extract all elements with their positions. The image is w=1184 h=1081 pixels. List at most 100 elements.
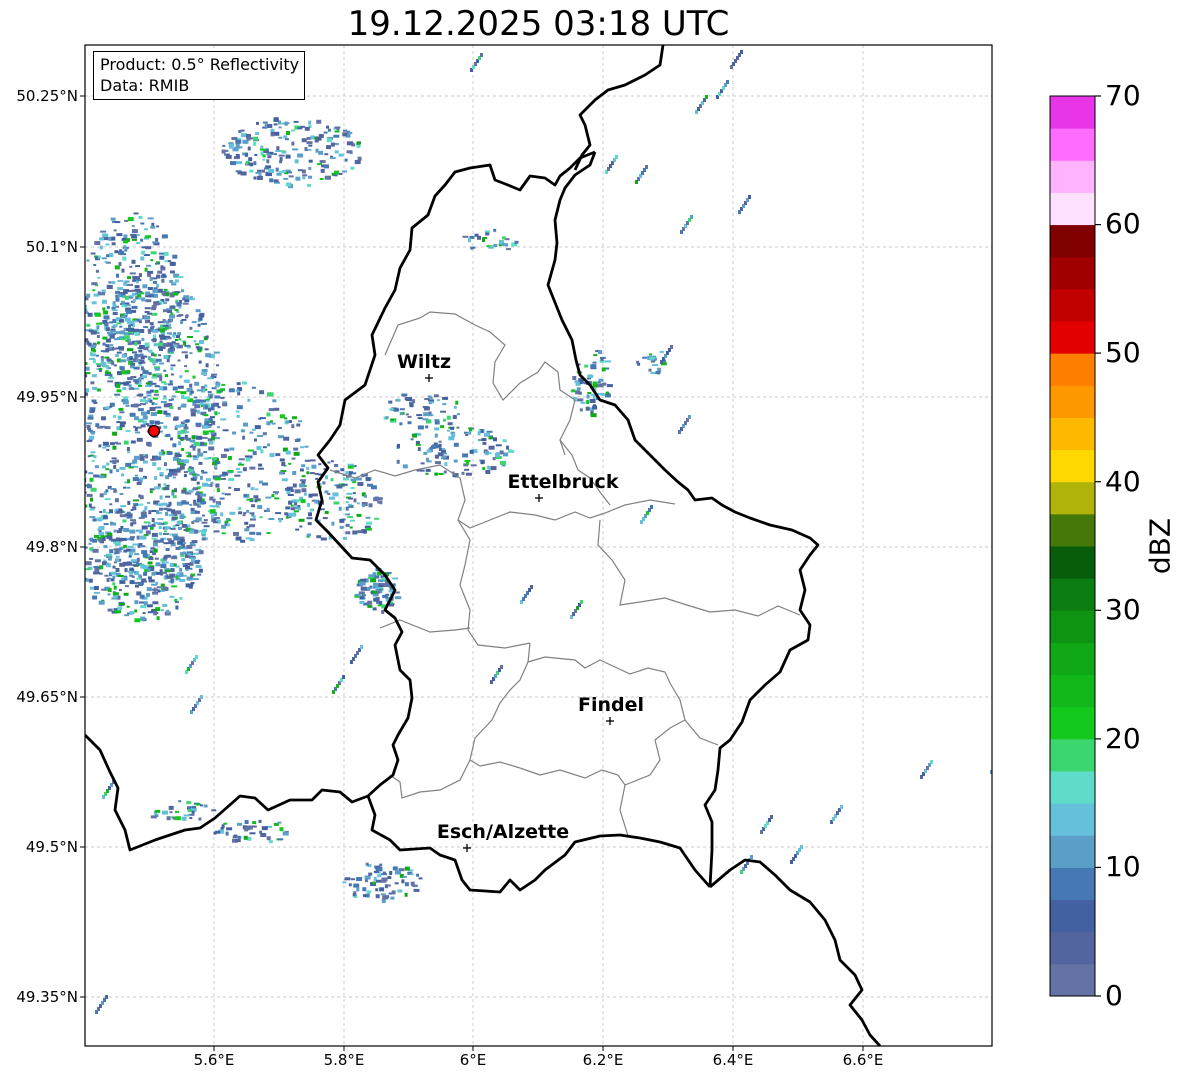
radar-echo-pixel	[345, 531, 351, 535]
radar-echo-pixel	[170, 367, 174, 371]
radar-echo-pixel	[172, 335, 176, 338]
radar-echo-pixel	[360, 645, 363, 649]
radar-echo-pixel	[204, 421, 210, 426]
radar-echo-pixel	[196, 425, 201, 428]
radar-echo-pixel	[356, 877, 363, 881]
radar-echo-pixel	[113, 229, 117, 232]
radar-echo-pixel	[191, 810, 195, 814]
radar-echo-pixel	[502, 439, 507, 443]
radar-echo-pixel	[245, 457, 251, 462]
radar-echo-pixel	[106, 285, 113, 289]
radar-echo-pixel	[154, 293, 158, 298]
radar-echo-pixel	[124, 280, 130, 283]
radar-echo-pixel	[139, 495, 144, 500]
radar-echo-pixel	[373, 582, 378, 586]
radar-echo-pixel	[181, 289, 184, 293]
radar-echo-pixel	[328, 496, 335, 500]
radar-echo-pixel	[208, 417, 213, 421]
radar-echo-pixel	[167, 332, 172, 335]
radar-echo-pixel	[107, 588, 112, 593]
radar-echo-pixel	[189, 567, 193, 570]
radar-echo-pixel	[91, 374, 97, 378]
radar-echo-pixel	[266, 836, 271, 841]
radar-echo-pixel	[137, 408, 144, 412]
radar-echo-pixel	[123, 592, 129, 596]
radar-echo-pixel	[132, 543, 139, 546]
radar-echo-pixel	[123, 528, 130, 532]
radar-echo-pixel	[183, 379, 190, 383]
radar-echo-pixel	[347, 131, 353, 134]
radar-echo-pixel	[262, 446, 267, 449]
radar-echo-pixel	[136, 437, 143, 442]
radar-echo-pixel	[194, 474, 198, 479]
radar-echo-pixel	[169, 305, 176, 309]
radar-echo-pixel	[379, 887, 385, 892]
radar-echo-pixel	[131, 305, 138, 309]
radar-echo-pixel	[172, 443, 177, 448]
radar-echo-pixel	[246, 136, 251, 141]
radar-echo-pixel	[132, 238, 137, 241]
radar-echo-pixel	[119, 366, 125, 371]
radar-echo-pixel	[297, 127, 303, 130]
radar-echo-pixel	[166, 816, 171, 821]
radar-echo-pixel	[253, 495, 259, 499]
radar-echo-pixel	[152, 363, 156, 366]
radar-echo-pixel	[434, 433, 438, 438]
radar-echo-pixel	[145, 423, 149, 426]
radar-echo-pixel	[96, 322, 103, 325]
radar-echo-pixel	[110, 442, 115, 446]
radar-echo-pixel	[140, 238, 144, 242]
radar-echo-pixel	[165, 298, 170, 302]
radar-echo-pixel	[187, 336, 193, 338]
radar-echo-pixel	[139, 399, 146, 403]
radar-echo-pixel	[254, 154, 258, 156]
radar-echo-pixel	[134, 341, 138, 346]
radar-echo-pixel	[201, 369, 208, 372]
colorbar-tick-label: 50	[1105, 336, 1141, 369]
radar-echo-pixel	[590, 364, 597, 369]
radar-echo-pixel	[85, 338, 89, 343]
radar-echo-pixel	[300, 479, 306, 482]
radar-echo-pixel	[334, 126, 341, 129]
map-area[interactable]: Wiltz Ettelbruck Findel Esch/Alzette	[76, 25, 1003, 1047]
radar-echo-pixel	[100, 535, 107, 538]
radar-echo-pixel	[210, 403, 216, 407]
radar-echo-pixel	[147, 576, 152, 580]
colorbar-segment	[1050, 256, 1095, 290]
radar-echo-pixel	[149, 488, 155, 491]
radar-echo-pixel	[258, 463, 263, 467]
radar-echo-pixel	[482, 467, 486, 470]
radar-echo-pixel	[297, 507, 301, 511]
radar-echo-pixel	[442, 447, 445, 450]
radar-echo-pixel	[183, 426, 189, 430]
radar-echo-pixel	[126, 605, 130, 608]
radar-echo-pixel	[89, 586, 94, 590]
radar-echo-pixel	[165, 511, 169, 516]
radar-echo-pixel	[129, 295, 134, 298]
radar-echo-pixel	[352, 893, 356, 897]
radar-echo-pixel	[205, 484, 211, 487]
radar-echo-pixel	[163, 487, 170, 491]
radar-echo-pixel	[92, 289, 96, 292]
radar-echo-pixel	[326, 145, 331, 150]
radar-echo-pixel	[150, 458, 157, 461]
radar-echo-pixel	[291, 129, 296, 132]
radar-echo-pixel	[168, 501, 172, 506]
radar-echo-pixel	[464, 460, 471, 462]
radar-echo-pixel	[113, 414, 116, 418]
city-label-ettelbruck: Ettelbruck	[508, 471, 619, 493]
radar-echo-pixel	[428, 414, 434, 417]
radar-echo-pixel	[299, 483, 306, 488]
radar-echo-pixel	[161, 234, 168, 239]
radar-echo-pixel	[438, 473, 444, 475]
radar-echo-pixel	[577, 398, 584, 402]
radar-echo-pixel	[450, 426, 455, 430]
radar-echo-pixel	[159, 340, 163, 343]
radar-echo-pixel	[243, 422, 248, 427]
radar-echo-pixel	[96, 335, 100, 338]
radar-echo-pixel	[224, 448, 229, 452]
radar-echo-pixel	[125, 404, 130, 407]
radar-echo-pixel	[95, 269, 99, 273]
radar-echo-pixel	[274, 131, 280, 136]
radar-echo-pixel	[171, 585, 178, 588]
